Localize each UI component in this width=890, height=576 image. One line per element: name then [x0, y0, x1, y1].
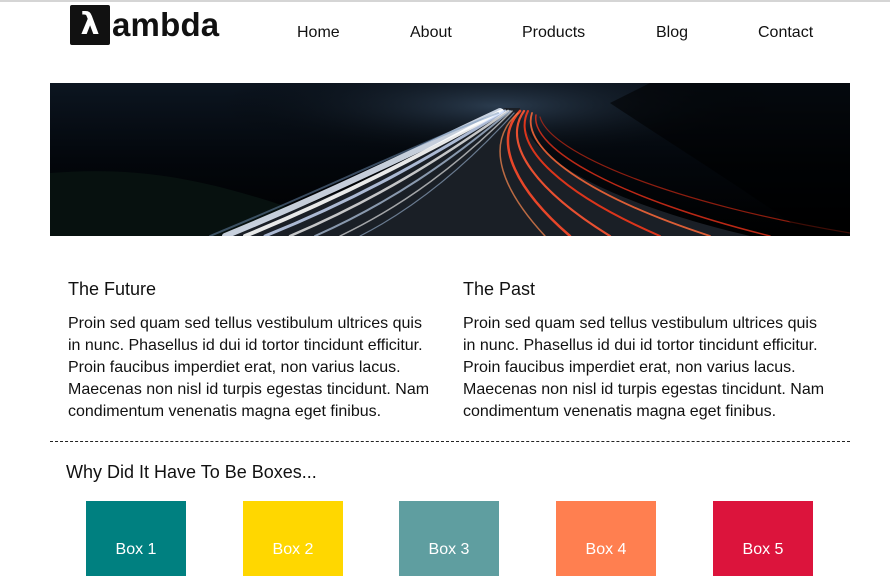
nav-blog-link[interactable]: Blog [656, 24, 688, 42]
column-past-title: The Past [463, 279, 536, 299]
boxes-title: Why Did It Have To Be Boxes... [66, 462, 317, 482]
nav-about-link[interactable]: About [410, 24, 452, 42]
box-4: Box 4 [556, 501, 656, 576]
nav-home-link[interactable]: Home [297, 24, 340, 42]
box-1: Box 1 [86, 501, 186, 576]
box-2: Box 2 [243, 501, 343, 576]
column-future: The Future Proin sed quam sed tellus ves… [68, 276, 438, 423]
nav-products-link[interactable]: Products [522, 24, 585, 42]
site-header: λ ambda Home About Products Blog Contact [0, 2, 890, 66]
column-future-body: Proin sed quam sed tellus vestibulum ult… [68, 315, 430, 420]
section-divider [50, 441, 850, 442]
column-past: The Past Proin sed quam sed tellus vesti… [463, 276, 833, 423]
column-past-body: Proin sed quam sed tellus vestibulum ult… [463, 315, 825, 420]
nav-contact-link[interactable]: Contact [758, 24, 813, 42]
hero-image [50, 83, 850, 236]
main-nav: Home About Products Blog Contact [0, 24, 890, 48]
column-future-title: The Future [68, 279, 157, 299]
box-3: Box 3 [399, 501, 499, 576]
box-5: Box 5 [713, 501, 813, 576]
